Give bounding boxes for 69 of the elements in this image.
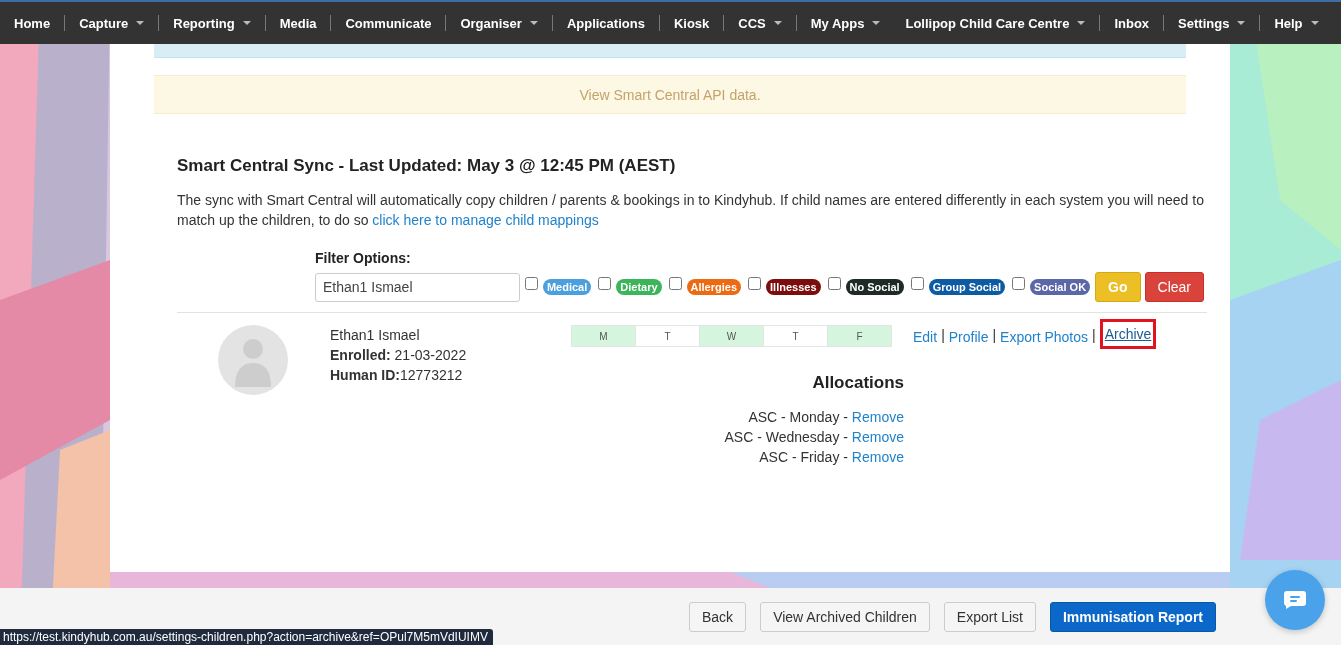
caret-icon: [529, 21, 538, 25]
caret-icon: [136, 21, 145, 25]
filter-tag: Group Social: [928, 279, 1006, 295]
mappings-link[interactable]: click here to manage child mappings: [372, 212, 599, 228]
filter-tag: Illnesses: [766, 279, 821, 295]
separator: |: [992, 326, 997, 345]
checkbox[interactable]: [668, 276, 682, 290]
allocation-text: ASC - Friday -: [759, 449, 848, 465]
allocations-heading: Allocations: [812, 373, 904, 393]
nav-item[interactable]: Organiser: [460, 15, 538, 31]
nav-item[interactable]: Reporting: [173, 15, 251, 31]
checkbox[interactable]: [598, 276, 612, 290]
day-cell: F: [828, 326, 891, 346]
footer-button[interactable]: Back: [689, 601, 747, 632]
filter-tag: No Social: [845, 279, 904, 295]
avatar-icon: [218, 325, 288, 395]
nav-item[interactable]: Help: [1274, 15, 1319, 31]
allocation-text: ASC - Wednesday -: [724, 429, 848, 445]
checkbox[interactable]: [827, 276, 841, 290]
nav-item[interactable]: My Apps: [810, 15, 881, 31]
filter-tag: Medical: [542, 279, 592, 295]
remove-link[interactable]: Remove: [851, 409, 904, 425]
nav-item[interactable]: Kiosk: [673, 15, 710, 31]
footer-button[interactable]: View Archived Children: [760, 601, 930, 632]
caret-icon: [1237, 21, 1246, 25]
footer-button[interactable]: Export List: [943, 601, 1036, 632]
allocation-text: ASC - Monday -: [748, 409, 848, 425]
nav-item[interactable]: Media: [279, 15, 317, 31]
filter-tag: Social OK: [1030, 279, 1091, 295]
day-cell: W: [700, 326, 764, 346]
chat-icon: [1283, 590, 1307, 610]
status-url: https://test.kindyhub.com.au/settings-children.php?action=archive&ref=OPul7M5mVdIUIMV: [0, 629, 493, 645]
day-cell: M: [572, 326, 636, 346]
nav-item[interactable]: Capture: [79, 15, 145, 31]
remove-link[interactable]: Remove: [851, 449, 904, 465]
search-field[interactable]: Ethan1 Ismael: [315, 272, 520, 302]
separator: |: [941, 326, 945, 345]
nav-item[interactable]: Home: [14, 15, 51, 31]
nav-item[interactable]: Inbox: [1114, 15, 1150, 31]
caret-icon: [872, 21, 881, 25]
checkbox[interactable]: [524, 276, 538, 290]
action-link[interactable]: Export Photos: [1000, 325, 1089, 349]
nav-item[interactable]: Settings: [1178, 15, 1246, 31]
filter-button[interactable]: Clear: [1144, 272, 1204, 302]
separator: |: [1092, 326, 1096, 345]
sync-description: The sync with Smart Central will automatically copy children / parents & bookings in to Kindyhub. If child names are entered differently in each system you will need to match up the children, to do so click here to manage child mappings: [177, 191, 1205, 230]
filter-tag: Allergies: [686, 279, 742, 295]
action-link[interactable]: Profile: [948, 325, 989, 349]
child-name[interactable]: Ethan1 Ismael: [330, 325, 530, 345]
checkbox[interactable]: [748, 276, 762, 290]
human-id: Human ID:12773212: [330, 366, 464, 385]
sync-heading: Smart Central Sync - Last Updated: May 3 @ 12:45 PM (AEST): [177, 156, 677, 176]
checkbox[interactable]: [1012, 276, 1026, 290]
enrolled-date: Enrolled: 21-03-2022: [330, 346, 468, 365]
nav-item[interactable]: Lollipop Child Care Centre: [905, 15, 1086, 31]
action-link[interactable]: Edit: [913, 325, 938, 349]
nav-item[interactable]: Applications: [566, 15, 645, 31]
checkbox[interactable]: [910, 276, 924, 290]
caret-icon: [1077, 21, 1086, 25]
remove-link[interactable]: Remove: [851, 429, 904, 445]
nav-item[interactable]: CCS: [738, 15, 782, 31]
footer-button[interactable]: Immunisation Report: [1050, 601, 1216, 632]
caret-icon: [773, 21, 782, 25]
nav-item[interactable]: Communicate: [345, 15, 432, 31]
caret-icon: [1310, 21, 1319, 25]
action-link[interactable]: Archive: [1099, 319, 1157, 349]
filter-tag: Dietary: [616, 279, 662, 295]
filter-label: Filter Options:: [315, 250, 412, 266]
caret-icon: [242, 21, 251, 25]
